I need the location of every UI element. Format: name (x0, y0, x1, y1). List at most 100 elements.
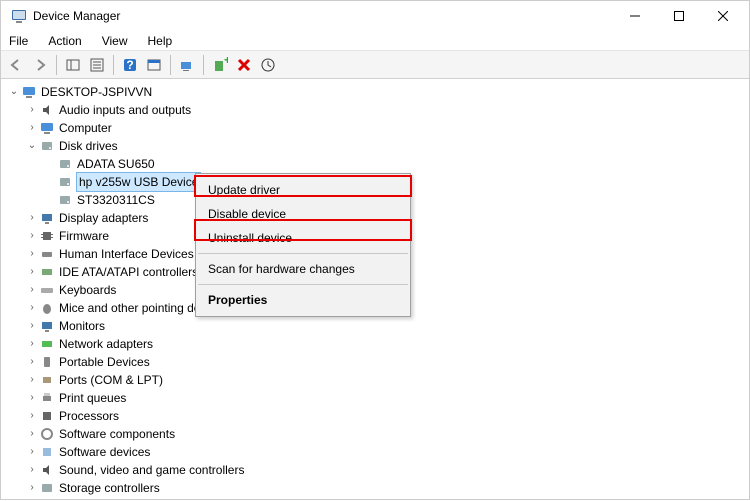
category-audio[interactable]: › Audio inputs and outputs (25, 101, 749, 119)
show-hide-console-tree-button[interactable] (62, 54, 84, 76)
mouse-icon (39, 300, 55, 316)
add-legacy-hardware-button[interactable]: + (209, 54, 231, 76)
disk-label: ADATA SU650 (77, 155, 155, 173)
menu-action[interactable]: Action (46, 32, 83, 50)
ctx-properties[interactable]: Properties (196, 288, 410, 312)
category-label: Computer (59, 119, 112, 137)
toolbar: ? + (1, 51, 749, 79)
chevron-right-icon[interactable]: › (25, 245, 39, 263)
category-disk-drives[interactable]: ⌄ Disk drives (25, 137, 749, 155)
category-portable[interactable]: ›Portable Devices (25, 353, 749, 371)
svg-text:+: + (224, 57, 228, 67)
help-button[interactable]: ? (119, 54, 141, 76)
chevron-right-icon[interactable]: › (25, 209, 39, 227)
disk-icon (57, 156, 73, 172)
svg-text:?: ? (126, 58, 133, 72)
chevron-right-icon[interactable]: › (25, 425, 39, 443)
device-tree[interactable]: ⌄ DESKTOP-JSPIVVN › Audio inputs and out… (1, 79, 749, 501)
menu-help[interactable]: Help (146, 32, 175, 50)
category-label: IDE ATA/ATAPI controllers (59, 263, 198, 281)
menu-view[interactable]: View (100, 32, 130, 50)
chevron-right-icon[interactable]: › (25, 479, 39, 497)
close-button[interactable] (701, 1, 745, 31)
disk-label: hp v255w USB Device (77, 173, 200, 191)
back-button[interactable] (5, 54, 27, 76)
category-label: Software devices (59, 443, 150, 461)
properties-button[interactable] (86, 54, 108, 76)
category-label: Print queues (59, 389, 126, 407)
category-ports[interactable]: › Ports (COM & LPT) (25, 371, 749, 389)
disk-icon (39, 138, 55, 154)
action-button[interactable] (143, 54, 165, 76)
maximize-button[interactable] (657, 1, 701, 31)
category-label: Ports (COM & LPT) (59, 371, 163, 389)
chevron-right-icon[interactable]: › (25, 299, 39, 317)
category-software-devices[interactable]: › Software devices (25, 443, 749, 461)
storage-icon (39, 480, 55, 496)
disk-item[interactable]: · ADATA SU650 (43, 155, 749, 173)
ctx-disable-device[interactable]: Disable device (196, 202, 410, 226)
display-icon (39, 210, 55, 226)
tree-root-label: DESKTOP-JSPIVVN (41, 83, 152, 101)
chevron-right-icon[interactable]: › (25, 101, 39, 119)
ports-icon (39, 372, 55, 388)
chevron-right-icon[interactable]: › (25, 461, 39, 479)
software-icon (39, 426, 55, 442)
chevron-down-icon[interactable]: ⌄ (7, 83, 21, 101)
disk-icon (57, 174, 73, 190)
ctx-uninstall-device[interactable]: Uninstall device (196, 226, 410, 250)
cpu-icon (39, 408, 55, 424)
ide-icon (39, 264, 55, 280)
ctx-separator (198, 284, 408, 285)
chevron-right-icon[interactable]: › (25, 371, 39, 389)
chevron-down-icon[interactable]: ⌄ (25, 137, 39, 155)
chevron-right-icon[interactable]: › (25, 317, 39, 335)
chevron-right-icon[interactable]: › (25, 227, 39, 245)
category-label: Processors (59, 407, 119, 425)
chevron-right-icon[interactable]: › (25, 281, 39, 299)
category-printqueues[interactable]: › Print queues (25, 389, 749, 407)
ctx-separator (198, 253, 408, 254)
category-label: Sound, video and game controllers (59, 461, 244, 479)
category-label: Firmware (59, 227, 109, 245)
forward-button[interactable] (29, 54, 51, 76)
network-icon (39, 336, 55, 352)
category-storage[interactable]: ›Storage controllers (25, 479, 749, 497)
monitor-icon (39, 318, 55, 334)
audio-icon (39, 102, 55, 118)
chevron-right-icon[interactable]: › (25, 263, 39, 281)
titlebar: Device Manager (1, 1, 749, 31)
category-label: Keyboards (59, 281, 116, 299)
category-label: Audio inputs and outputs (59, 101, 191, 119)
tree-root[interactable]: ⌄ DESKTOP-JSPIVVN (7, 83, 749, 101)
category-label: Disk drives (59, 137, 118, 155)
category-computer[interactable]: › Computer (25, 119, 749, 137)
keyboard-icon (39, 282, 55, 298)
category-sound[interactable]: › Sound, video and game controllers (25, 461, 749, 479)
chevron-right-icon[interactable]: › (25, 443, 39, 461)
chevron-right-icon[interactable]: › (25, 389, 39, 407)
window-title: Device Manager (33, 9, 120, 23)
category-label: Display adapters (59, 209, 148, 227)
chevron-right-icon[interactable]: › (25, 353, 39, 371)
uninstall-button[interactable] (233, 54, 255, 76)
ctx-update-driver[interactable]: Update driver (196, 178, 410, 202)
update-driver-button[interactable] (257, 54, 279, 76)
scan-hardware-button[interactable] (176, 54, 198, 76)
firmware-icon (39, 228, 55, 244)
category-monitors[interactable]: ›Monitors (25, 317, 749, 335)
computer-icon (21, 84, 37, 100)
chevron-right-icon[interactable]: › (25, 335, 39, 353)
minimize-button[interactable] (613, 1, 657, 31)
category-network[interactable]: ›Network adapters (25, 335, 749, 353)
category-processors[interactable]: › Processors (25, 407, 749, 425)
context-menu: Update driver Disable device Uninstall d… (195, 173, 411, 317)
chevron-right-icon[interactable]: › (25, 407, 39, 425)
menu-file[interactable]: File (7, 32, 30, 50)
chevron-right-icon[interactable]: › (25, 119, 39, 137)
portable-icon (39, 354, 55, 370)
category-software-components[interactable]: ›Software components (25, 425, 749, 443)
menubar: File Action View Help (1, 31, 749, 51)
printer-icon (39, 390, 55, 406)
ctx-scan-hardware[interactable]: Scan for hardware changes (196, 257, 410, 281)
